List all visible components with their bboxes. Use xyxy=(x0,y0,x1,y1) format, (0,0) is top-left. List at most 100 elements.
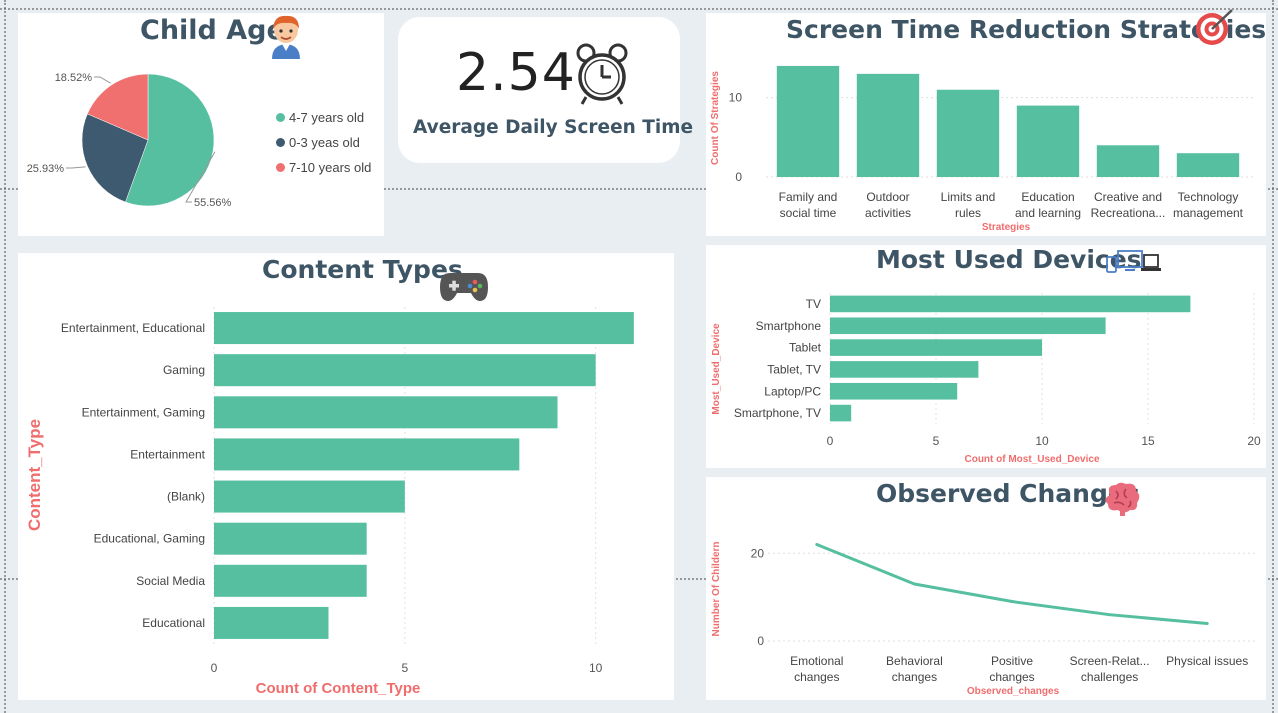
bar xyxy=(214,354,596,387)
changes-panel[interactable]: Observed Changes 0 20 Emotional changes Beha… xyxy=(706,477,1266,700)
x-tick-label: activities xyxy=(865,206,911,220)
x-tick-label: 0 xyxy=(211,661,218,675)
x-tick-label: 10 xyxy=(1035,434,1049,448)
separator-dots xyxy=(1272,0,1274,713)
content-types-chart[interactable]: 0 5 10 Entertainment, Educational Gaming Ente… xyxy=(18,253,674,700)
bar xyxy=(830,295,1191,313)
bar xyxy=(214,480,405,513)
data-point xyxy=(912,582,916,586)
kpi-card[interactable]: 2.54 Average Daily Screen Time xyxy=(398,17,693,163)
legend-dot-icon xyxy=(276,163,285,172)
y-tick-label: (Blank) xyxy=(167,490,205,504)
x-tick-label: Limits and xyxy=(941,190,996,204)
x-axis-title: Strategies xyxy=(982,222,1031,233)
bar xyxy=(1096,145,1160,177)
bar xyxy=(214,312,634,345)
x-tick-label: management xyxy=(1173,206,1244,220)
alarm-clock-icon xyxy=(576,43,628,105)
x-tick-label: Technology xyxy=(1178,190,1239,204)
y-tick-label: Laptop/PC xyxy=(764,384,821,398)
y-axis-title: Number Of Childern xyxy=(711,541,722,636)
y-tick-label: Tablet, TV xyxy=(767,362,821,376)
y-tick-label: Educational, Gaming xyxy=(94,532,205,546)
x-tick-label: 10 xyxy=(589,661,603,675)
pie-leader-line xyxy=(66,166,86,169)
series-line xyxy=(816,543,1208,625)
x-tick-label: Creative and xyxy=(1094,190,1162,204)
bar xyxy=(214,606,329,639)
x-tick-label: 15 xyxy=(1141,434,1155,448)
x-tick-label: rules xyxy=(955,206,981,220)
y-axis-title: Count Of Strategies xyxy=(710,71,721,165)
changes-chart[interactable]: 0 20 Emotional changes Behavioral changes Posi… xyxy=(706,477,1266,700)
y-axis-title: Most_Used_Device xyxy=(711,323,722,415)
x-tick-label: and learning xyxy=(1015,206,1081,220)
child-age-panel[interactable]: Child Age 55.56% 25.93% 18.52% 4-7 years o… xyxy=(18,13,384,236)
pie-data-label: 25.93% xyxy=(27,163,65,175)
y-tick-label: 10 xyxy=(729,91,743,105)
strategies-panel[interactable]: Screen Time Reduction Strategies 0 10 Fami… xyxy=(706,9,1266,236)
legend-item-7-10[interactable]: 7-10 years old xyxy=(276,160,371,175)
pie-leader-line xyxy=(94,76,111,84)
bar xyxy=(214,396,558,429)
legend-label: 7-10 years old xyxy=(289,160,372,175)
x-tick-label: social time xyxy=(780,206,837,220)
x-tick-label: 5 xyxy=(933,434,940,448)
x-tick-label: Emotional xyxy=(790,654,843,668)
bar xyxy=(214,522,367,555)
bar xyxy=(1176,153,1240,177)
x-tick-label: 0 xyxy=(827,434,834,448)
y-tick-label: Entertainment, Educational xyxy=(61,321,205,335)
x-tick-label: 20 xyxy=(1247,434,1261,448)
x-tick-label: 5 xyxy=(401,661,408,675)
data-point xyxy=(1108,613,1112,617)
x-tick-label: Behavioral xyxy=(886,654,943,668)
y-tick-label: Entertainment xyxy=(130,447,205,461)
x-axis-title: Observed_changes xyxy=(967,686,1060,697)
bar xyxy=(830,339,1042,356)
data-point xyxy=(1010,600,1014,604)
x-tick-label: Screen-Relat... xyxy=(1070,654,1150,668)
kpi-value: 2.54 xyxy=(456,43,576,103)
separator-dots xyxy=(4,0,6,713)
x-tick-label: challenges xyxy=(1081,670,1138,684)
x-tick-label: Physical issues xyxy=(1166,654,1248,668)
legend-item-0-3[interactable]: 0-3 yeas old xyxy=(276,135,360,150)
bar xyxy=(214,438,520,471)
bar xyxy=(830,382,958,400)
x-tick-label: changes xyxy=(989,670,1034,684)
y-tick-label: 0 xyxy=(735,170,742,184)
bar xyxy=(936,89,1000,177)
bar xyxy=(776,65,840,177)
bar xyxy=(830,361,979,378)
y-tick-label: 20 xyxy=(751,546,765,560)
devices-panel[interactable]: Most Used Devices 0 5 10 15 20 TV Smartphone Ta… xyxy=(706,245,1266,468)
content-types-panel[interactable]: Content Types 0 5 10 Entertainment, Educati… xyxy=(18,253,674,700)
legend-label: 0-3 yeas old xyxy=(289,135,360,150)
legend-dot-icon xyxy=(276,113,285,122)
x-tick-label: changes xyxy=(892,670,937,684)
y-tick-label: Social Media xyxy=(136,574,205,588)
y-tick-label: 0 xyxy=(757,634,764,648)
strategies-chart[interactable]: 0 10 Family and social time Outdoor activitie… xyxy=(706,13,1266,236)
x-tick-label: Outdoor xyxy=(866,190,909,204)
y-axis-title: Content_Type xyxy=(25,419,44,531)
y-tick-label: Educational xyxy=(142,616,205,630)
legend-item-4-7[interactable]: 4-7 years old xyxy=(276,110,364,125)
pie-data-label: 18.52% xyxy=(55,72,93,84)
x-tick-label: Family and xyxy=(779,190,838,204)
y-tick-label: TV xyxy=(806,297,821,311)
y-tick-label: Tablet xyxy=(789,341,822,355)
bar xyxy=(830,404,852,422)
devices-chart[interactable]: 0 5 10 15 20 TV Smartphone Tablet Tablet, TV Lapt… xyxy=(706,245,1266,468)
bar xyxy=(856,73,920,177)
legend-dot-icon xyxy=(276,138,285,147)
y-tick-label: Entertainment, Gaming xyxy=(82,405,205,419)
data-point xyxy=(815,543,819,547)
y-tick-label: Smartphone xyxy=(756,319,822,333)
bar xyxy=(1016,105,1080,177)
bar xyxy=(214,564,367,597)
y-tick-label: Gaming xyxy=(163,363,205,377)
y-tick-label: Smartphone, TV xyxy=(734,406,821,420)
x-axis-title: Count of Most_Used_Device xyxy=(964,454,1099,465)
